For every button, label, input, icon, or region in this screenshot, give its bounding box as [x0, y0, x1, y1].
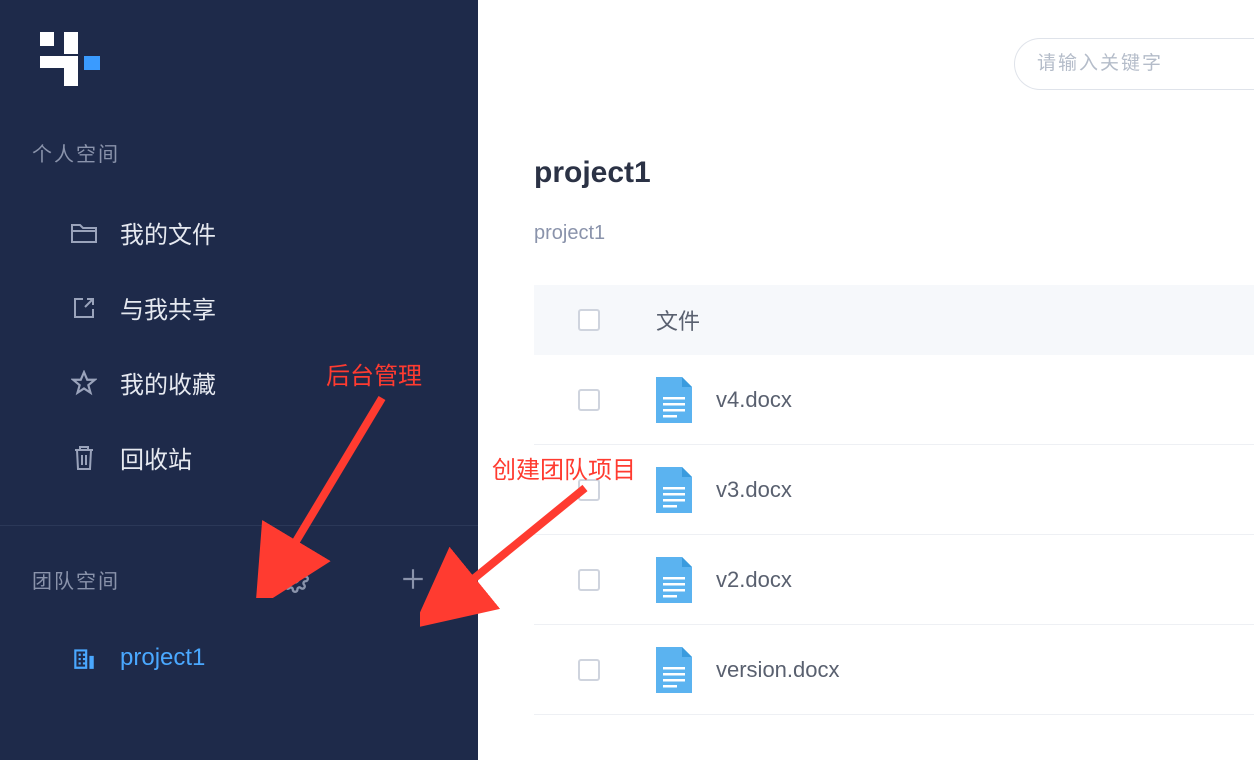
main-content: project1 project1 文件	[478, 0, 1254, 760]
sidebar-item-label: 与我共享	[120, 290, 216, 325]
document-icon	[656, 557, 692, 603]
row-checkbox[interactable]	[578, 659, 600, 681]
table-row[interactable]: v2.docx	[534, 535, 1254, 625]
sidebar-item-favorites[interactable]: 我的收藏	[32, 345, 478, 420]
sidebar-item-my-files[interactable]: 我的文件	[32, 195, 478, 270]
logo-area	[0, 0, 478, 138]
section-heading-personal: 个人空间	[32, 138, 120, 167]
sidebar-item-label: 我的收藏	[120, 365, 216, 400]
document-icon	[656, 467, 692, 513]
sidebar-item-label: project1	[120, 644, 205, 672]
file-name: v2.docx	[716, 567, 792, 593]
table-row[interactable]: version.docx	[534, 625, 1254, 715]
column-header-file: 文件	[656, 304, 700, 336]
row-checkbox[interactable]	[578, 389, 600, 411]
row-checkbox[interactable]	[578, 569, 600, 591]
trash-icon	[70, 444, 98, 472]
sidebar: 个人空间 我的文件	[0, 0, 478, 760]
sidebar-personal-section: 个人空间 我的文件	[0, 138, 478, 495]
search-input[interactable]	[1014, 38, 1254, 90]
table-row[interactable]: v3.docx	[534, 445, 1254, 535]
table-header: 文件	[534, 285, 1254, 355]
star-icon	[70, 369, 98, 397]
file-name: v4.docx	[716, 387, 792, 413]
sidebar-item-label: 我的文件	[120, 215, 216, 250]
sidebar-item-trash[interactable]: 回收站	[32, 420, 478, 495]
sidebar-team-item-project1[interactable]: project1	[32, 624, 478, 692]
select-all-checkbox[interactable]	[578, 309, 600, 331]
table-row[interactable]: v4.docx	[534, 355, 1254, 445]
file-table: 文件 v4.docx	[534, 285, 1254, 715]
app-logo	[40, 32, 102, 90]
row-checkbox[interactable]	[578, 479, 600, 501]
breadcrumb[interactable]: project1	[534, 222, 1254, 245]
building-icon	[70, 644, 98, 672]
plus-icon[interactable]	[396, 562, 430, 596]
file-name: version.docx	[716, 657, 840, 683]
search-wrap	[1014, 38, 1254, 90]
gear-icon[interactable]	[278, 562, 312, 596]
document-icon	[656, 377, 692, 423]
folder-icon	[70, 219, 98, 247]
sidebar-team-section: 团队空间	[0, 525, 478, 692]
share-icon	[70, 294, 98, 322]
page-title: project1	[534, 156, 1254, 190]
section-heading-team: 团队空间	[32, 565, 120, 594]
document-icon	[656, 647, 692, 693]
sidebar-item-label: 回收站	[120, 440, 192, 475]
file-name: v3.docx	[716, 477, 792, 503]
sidebar-item-shared[interactable]: 与我共享	[32, 270, 478, 345]
